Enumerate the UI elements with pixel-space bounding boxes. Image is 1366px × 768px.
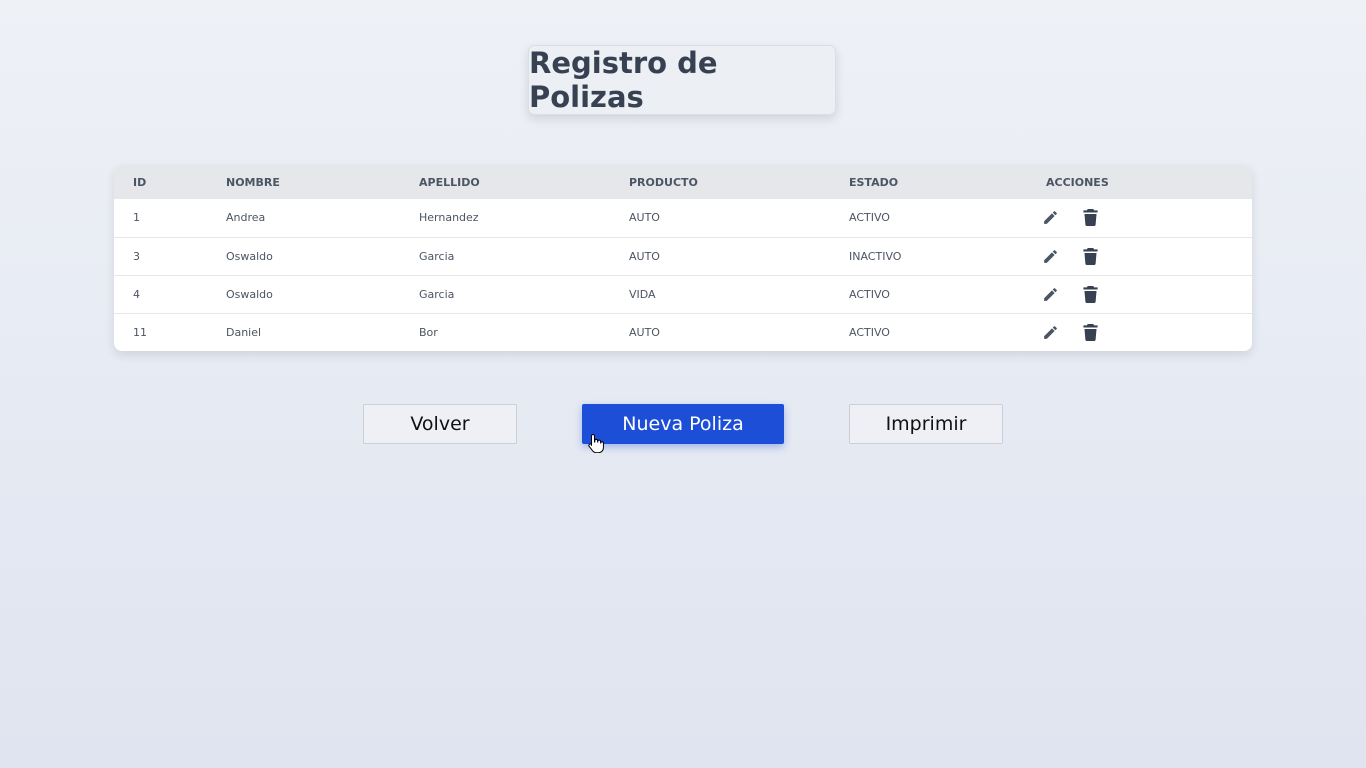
row-actions bbox=[1040, 322, 1252, 342]
policies-table-container: ID NOMBRE APELLIDO PRODUCTO ESTADO ACCIO… bbox=[114, 165, 1252, 351]
trash-icon[interactable] bbox=[1080, 284, 1100, 304]
column-header-id: ID bbox=[133, 175, 147, 189]
trash-icon[interactable] bbox=[1080, 246, 1100, 266]
row-actions bbox=[1040, 208, 1252, 228]
cell-estado: ACTIVO bbox=[849, 211, 890, 225]
table-row: 4 Oswaldo Garcia VIDA ACTIVO bbox=[114, 275, 1252, 313]
cell-apellido: Garcia bbox=[419, 287, 455, 301]
cell-nombre: Oswaldo bbox=[226, 249, 273, 263]
table-header-row: ID NOMBRE APELLIDO PRODUCTO ESTADO ACCIO… bbox=[114, 165, 1252, 199]
trash-icon[interactable] bbox=[1080, 322, 1100, 342]
cell-producto: AUTO bbox=[629, 211, 660, 225]
page-title-card: Registro de Polizas bbox=[528, 45, 836, 115]
cell-estado: INACTIVO bbox=[849, 249, 902, 263]
column-header-nombre: NOMBRE bbox=[226, 175, 280, 189]
cell-id: 11 bbox=[133, 325, 147, 339]
policies-table: ID NOMBRE APELLIDO PRODUCTO ESTADO ACCIO… bbox=[114, 165, 1252, 351]
column-header-acciones: ACCIONES bbox=[1046, 175, 1109, 189]
cell-acciones bbox=[1043, 237, 1252, 275]
cell-producto: AUTO bbox=[629, 249, 660, 263]
pencil-icon[interactable] bbox=[1040, 284, 1060, 304]
column-header-apellido: APELLIDO bbox=[419, 175, 480, 189]
table-header: ID NOMBRE APELLIDO PRODUCTO ESTADO ACCIO… bbox=[114, 165, 1252, 199]
column-header-estado: ESTADO bbox=[849, 175, 899, 189]
table-row: 1 Andrea Hernandez AUTO ACTIVO bbox=[114, 199, 1252, 237]
table-body: 1 Andrea Hernandez AUTO ACTIVO 3 Oswaldo… bbox=[114, 199, 1252, 351]
cell-acciones bbox=[1043, 275, 1252, 313]
column-header-producto: PRODUCTO bbox=[629, 175, 698, 189]
pencil-icon[interactable] bbox=[1040, 246, 1060, 266]
cell-id: 3 bbox=[133, 249, 140, 263]
cell-apellido: Garcia bbox=[419, 249, 455, 263]
row-actions bbox=[1040, 284, 1252, 304]
table-row: 11 Daniel Bor AUTO ACTIVO bbox=[114, 313, 1252, 351]
pencil-icon[interactable] bbox=[1040, 322, 1060, 342]
cell-acciones bbox=[1043, 199, 1252, 237]
new-policy-button[interactable]: Nueva Poliza bbox=[582, 404, 784, 444]
page-title: Registro de Polizas bbox=[529, 46, 718, 114]
pencil-icon[interactable] bbox=[1040, 208, 1060, 228]
cell-producto: AUTO bbox=[629, 325, 660, 339]
table-row: 3 Oswaldo Garcia AUTO INACTIVO bbox=[114, 237, 1252, 275]
cell-apellido: Bor bbox=[419, 325, 438, 339]
cell-producto: VIDA bbox=[629, 287, 656, 301]
cell-estado: ACTIVO bbox=[849, 287, 890, 301]
back-button[interactable]: Volver bbox=[363, 404, 517, 444]
cell-apellido: Hernandez bbox=[419, 211, 479, 225]
cell-acciones bbox=[1043, 313, 1252, 351]
cell-nombre: Daniel bbox=[226, 325, 262, 339]
row-actions bbox=[1040, 246, 1252, 266]
cell-nombre: Oswaldo bbox=[226, 287, 273, 301]
cell-nombre: Andrea bbox=[226, 211, 266, 225]
print-button[interactable]: Imprimir bbox=[849, 404, 1003, 444]
cell-id: 4 bbox=[133, 287, 140, 301]
trash-icon[interactable] bbox=[1080, 208, 1100, 228]
cell-id: 1 bbox=[133, 211, 140, 225]
cell-estado: ACTIVO bbox=[849, 325, 890, 339]
